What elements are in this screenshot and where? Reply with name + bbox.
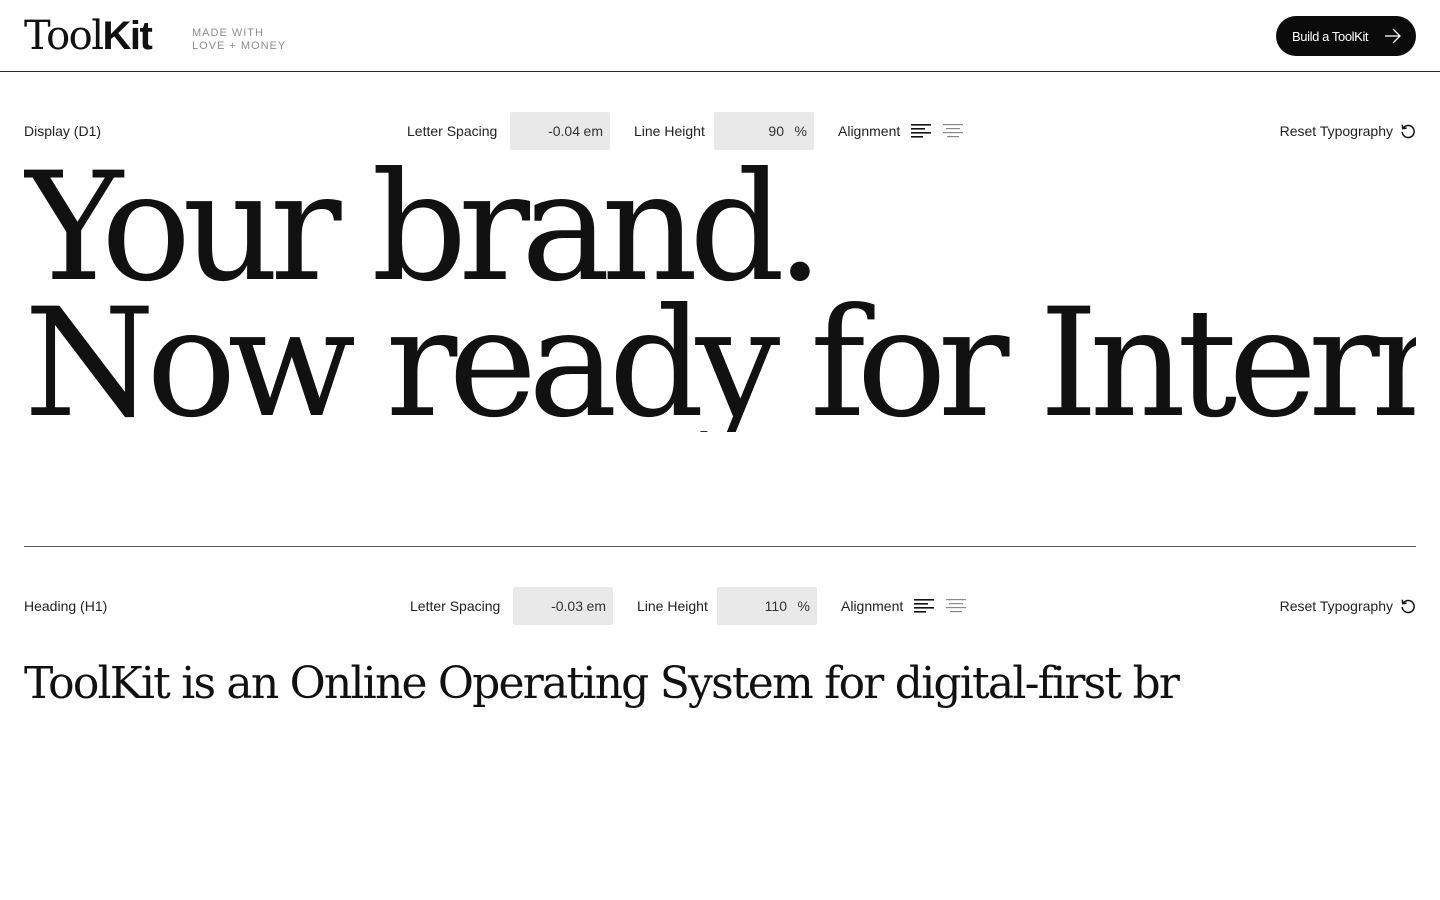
reset-typography-label: Reset Typography: [1279, 598, 1393, 614]
reset-typography-label: Reset Typography: [1279, 123, 1393, 139]
reset-typography-button[interactable]: Reset Typography: [1280, 123, 1416, 139]
line-height-input[interactable]: [717, 587, 787, 625]
tagline-line-1: MADE WITH: [192, 27, 264, 39]
line-height-label: Line Height: [634, 123, 705, 139]
align-center-icon[interactable]: [946, 598, 966, 614]
reset-icon: [1401, 599, 1415, 614]
letter-spacing-field[interactable]: em: [513, 587, 613, 625]
build-a-toolkit-label: Build a ToolKit: [1292, 28, 1369, 44]
heading-preview-text[interactable]: ToolKit is an Online Operating System fo…: [24, 656, 1416, 712]
display-controls: Display (D1) Letter Spacing em Line Heig…: [24, 112, 1416, 150]
reset-icon: [1401, 124, 1415, 139]
heading-controls: Heading (H1) Letter Spacing em Line Heig…: [24, 587, 1416, 625]
section-label-display: Display (D1): [24, 123, 102, 139]
line-height-label: Line Height: [637, 598, 708, 614]
align-left-icon[interactable]: [914, 598, 934, 614]
line-height-unit: %: [794, 123, 807, 139]
tagline: MADE WITH LOVE + MONEY: [192, 27, 286, 53]
line-height-input[interactable]: [714, 112, 784, 150]
display-preview-line-2: Now ready for Intern: [24, 277, 1416, 432]
line-height-field[interactable]: %: [717, 587, 817, 625]
align-center-icon[interactable]: [943, 123, 963, 139]
arrow-right-icon: [1385, 28, 1401, 44]
line-height-unit: %: [797, 598, 810, 614]
section-label-heading: Heading (H1): [24, 598, 108, 614]
logo-light-text: Tool: [24, 13, 104, 59]
line-height-field[interactable]: %: [714, 112, 814, 150]
letter-spacing-label: Letter Spacing: [407, 123, 498, 139]
logo-bold-text: Kit: [102, 14, 153, 58]
site-header: ToolKit MADE WITH LOVE + MONEY Build a T…: [0, 0, 1440, 72]
build-a-toolkit-button[interactable]: Build a ToolKit: [1276, 16, 1416, 56]
alignment-label: Alignment: [838, 123, 901, 139]
letter-spacing-field[interactable]: em: [510, 112, 610, 150]
letter-spacing-input[interactable]: [510, 112, 580, 150]
display-preview-line-1: Your brand.: [24, 160, 824, 315]
letter-spacing-input[interactable]: [513, 587, 583, 625]
align-left-icon[interactable]: [911, 123, 931, 139]
section-divider: [24, 546, 1416, 547]
letter-spacing-label: Letter Spacing: [410, 598, 501, 614]
reset-typography-button[interactable]: Reset Typography: [1280, 598, 1416, 614]
tagline-line-2: LOVE + MONEY: [192, 40, 287, 52]
letter-spacing-unit: em: [586, 598, 606, 614]
letter-spacing-unit: em: [583, 123, 603, 139]
display-preview-text[interactable]: Your brand. Now ready for Intern: [24, 160, 1416, 432]
alignment-label: Alignment: [841, 598, 904, 614]
toolkit-logo[interactable]: ToolKit: [24, 13, 153, 59]
